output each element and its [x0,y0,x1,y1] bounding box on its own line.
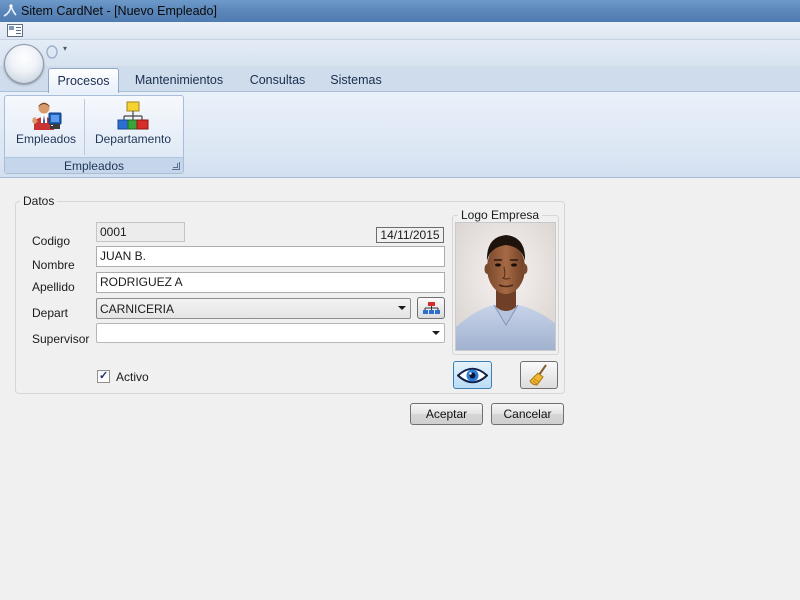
depart-select[interactable]: CARNICERIA [96,298,411,319]
departamento-button[interactable]: Departamento [88,97,178,155]
eye-icon [457,367,488,384]
codigo-label: Codigo [32,234,71,248]
apellido-field[interactable]: RODRIGUEZ A [96,272,445,293]
supervisor-label: Supervisor [32,332,90,346]
quick-access-icon[interactable] [44,45,60,59]
clear-photo-button[interactable] [520,361,558,389]
tab-label: Procesos [57,74,110,88]
apellido-label: Apellido [32,280,75,294]
employee-icon [32,102,62,130]
application-menu-button[interactable] [4,44,44,84]
accept-button[interactable]: Aceptar [410,403,483,425]
depart-label: Depart [32,306,69,320]
app-icon [3,4,17,17]
mdi-strip [0,22,800,40]
codigo-field[interactable]: 0001 [96,222,185,242]
checkmark-icon: ✓ [99,370,109,382]
tab-label: Sistemas [330,73,382,87]
empleados-button-label: Empleados [15,132,77,146]
date-field: 14/11/2015 [376,227,444,243]
title-bar[interactable]: Sitem CardNet - [Nuevo Empleado] [0,0,800,22]
chevron-down-icon [398,306,406,310]
window-title: Sitem CardNet - [Nuevo Empleado] [21,4,217,18]
tab-sistemas[interactable]: Sistemas [322,68,390,93]
org-chart-icon [423,302,440,314]
departamento-button-label: Departamento [94,132,172,146]
tab-procesos[interactable]: Procesos [48,68,119,93]
quick-access-dropdown-icon[interactable]: ▾ [63,45,71,53]
activo-checkbox[interactable]: ✓ [97,370,110,383]
cancel-button[interactable]: Cancelar [491,403,564,425]
dialog-launcher-icon[interactable] [172,162,180,170]
view-photo-button[interactable] [453,361,492,389]
departamento-lookup-button[interactable] [417,297,445,319]
group-divider [84,99,85,155]
employee-photo [455,222,556,351]
nombre-label: Nombre [32,258,75,272]
empleados-button[interactable]: Empleados [10,97,82,155]
logo-empresa-label: Logo Empresa [458,208,543,222]
tab-consultas[interactable]: Consultas [240,68,315,93]
ribbon-tab-row [0,66,800,92]
nombre-field[interactable]: JUAN B. [96,246,445,267]
activo-label: Activo [116,370,149,384]
depart-select-value: CARNICERIA [100,302,175,316]
tab-label: Consultas [249,73,306,87]
supervisor-select[interactable] [96,323,445,343]
portrait-image [456,223,555,350]
datos-group-label: Datos [20,194,58,208]
tab-label: Mantenimientos [134,73,224,87]
org-chart-icon [117,101,149,130]
broom-icon [529,364,547,386]
tab-mantenimientos[interactable]: Mantenimientos [124,68,234,93]
chevron-down-icon [432,331,440,335]
ribbon-group-label: Empleados [63,159,125,173]
form-icon[interactable] [7,24,23,37]
